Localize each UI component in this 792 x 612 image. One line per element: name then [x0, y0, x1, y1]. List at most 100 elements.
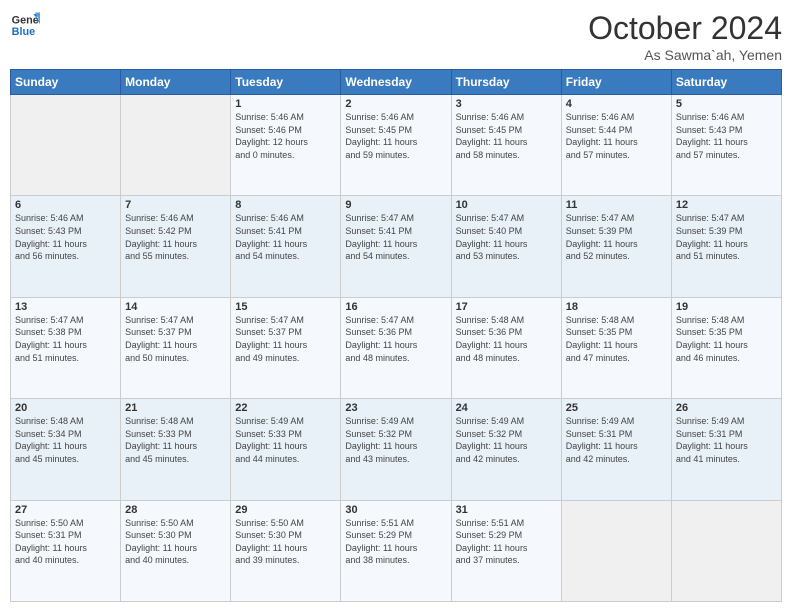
table-row: 23Sunrise: 5:49 AM Sunset: 5:32 PM Dayli… — [341, 399, 451, 500]
col-thursday: Thursday — [451, 70, 561, 95]
day-number: 23 — [345, 402, 446, 414]
day-number: 17 — [456, 301, 557, 313]
day-info: Sunrise: 5:48 AM Sunset: 5:35 PM Dayligh… — [676, 314, 777, 364]
table-row: 3Sunrise: 5:46 AM Sunset: 5:45 PM Daylig… — [451, 95, 561, 196]
day-number: 18 — [566, 301, 667, 313]
day-info: Sunrise: 5:49 AM Sunset: 5:31 PM Dayligh… — [566, 415, 667, 465]
day-number: 5 — [676, 98, 777, 110]
calendar-header-row: Sunday Monday Tuesday Wednesday Thursday… — [11, 70, 782, 95]
table-row: 10Sunrise: 5:47 AM Sunset: 5:40 PM Dayli… — [451, 196, 561, 297]
week-row-4: 20Sunrise: 5:48 AM Sunset: 5:34 PM Dayli… — [11, 399, 782, 500]
day-info: Sunrise: 5:47 AM Sunset: 5:38 PM Dayligh… — [15, 314, 116, 364]
table-row — [121, 95, 231, 196]
day-number: 29 — [235, 504, 336, 516]
day-number: 7 — [125, 199, 226, 211]
day-number: 14 — [125, 301, 226, 313]
table-row: 16Sunrise: 5:47 AM Sunset: 5:36 PM Dayli… — [341, 297, 451, 398]
day-info: Sunrise: 5:50 AM Sunset: 5:30 PM Dayligh… — [125, 517, 226, 567]
table-row: 26Sunrise: 5:49 AM Sunset: 5:31 PM Dayli… — [671, 399, 781, 500]
day-number: 1 — [235, 98, 336, 110]
table-row — [11, 95, 121, 196]
day-info: Sunrise: 5:48 AM Sunset: 5:34 PM Dayligh… — [15, 415, 116, 465]
table-row: 20Sunrise: 5:48 AM Sunset: 5:34 PM Dayli… — [11, 399, 121, 500]
day-number: 2 — [345, 98, 446, 110]
day-info: Sunrise: 5:46 AM Sunset: 5:45 PM Dayligh… — [345, 111, 446, 161]
day-info: Sunrise: 5:47 AM Sunset: 5:37 PM Dayligh… — [235, 314, 336, 364]
day-number: 24 — [456, 402, 557, 414]
table-row: 15Sunrise: 5:47 AM Sunset: 5:37 PM Dayli… — [231, 297, 341, 398]
logo-icon: General Blue — [10, 10, 40, 40]
day-info: Sunrise: 5:46 AM Sunset: 5:41 PM Dayligh… — [235, 212, 336, 262]
month-title: October 2024 — [588, 10, 782, 47]
table-row: 21Sunrise: 5:48 AM Sunset: 5:33 PM Dayli… — [121, 399, 231, 500]
table-row: 4Sunrise: 5:46 AM Sunset: 5:44 PM Daylig… — [561, 95, 671, 196]
day-number: 20 — [15, 402, 116, 414]
table-row: 28Sunrise: 5:50 AM Sunset: 5:30 PM Dayli… — [121, 500, 231, 601]
day-number: 6 — [15, 199, 116, 211]
week-row-3: 13Sunrise: 5:47 AM Sunset: 5:38 PM Dayli… — [11, 297, 782, 398]
day-number: 16 — [345, 301, 446, 313]
day-number: 21 — [125, 402, 226, 414]
logo: General Blue — [10, 10, 40, 40]
day-number: 3 — [456, 98, 557, 110]
day-info: Sunrise: 5:46 AM Sunset: 5:42 PM Dayligh… — [125, 212, 226, 262]
table-row: 25Sunrise: 5:49 AM Sunset: 5:31 PM Dayli… — [561, 399, 671, 500]
day-info: Sunrise: 5:48 AM Sunset: 5:35 PM Dayligh… — [566, 314, 667, 364]
col-sunday: Sunday — [11, 70, 121, 95]
table-row: 19Sunrise: 5:48 AM Sunset: 5:35 PM Dayli… — [671, 297, 781, 398]
day-info: Sunrise: 5:49 AM Sunset: 5:32 PM Dayligh… — [456, 415, 557, 465]
day-info: Sunrise: 5:48 AM Sunset: 5:33 PM Dayligh… — [125, 415, 226, 465]
day-info: Sunrise: 5:47 AM Sunset: 5:41 PM Dayligh… — [345, 212, 446, 262]
col-monday: Monday — [121, 70, 231, 95]
week-row-2: 6Sunrise: 5:46 AM Sunset: 5:43 PM Daylig… — [11, 196, 782, 297]
table-row — [671, 500, 781, 601]
table-row: 24Sunrise: 5:49 AM Sunset: 5:32 PM Dayli… — [451, 399, 561, 500]
day-number: 9 — [345, 199, 446, 211]
table-row: 12Sunrise: 5:47 AM Sunset: 5:39 PM Dayli… — [671, 196, 781, 297]
day-number: 10 — [456, 199, 557, 211]
day-number: 15 — [235, 301, 336, 313]
table-row: 8Sunrise: 5:46 AM Sunset: 5:41 PM Daylig… — [231, 196, 341, 297]
day-info: Sunrise: 5:46 AM Sunset: 5:43 PM Dayligh… — [676, 111, 777, 161]
day-info: Sunrise: 5:47 AM Sunset: 5:39 PM Dayligh… — [676, 212, 777, 262]
day-info: Sunrise: 5:49 AM Sunset: 5:31 PM Dayligh… — [676, 415, 777, 465]
col-wednesday: Wednesday — [341, 70, 451, 95]
table-row: 27Sunrise: 5:50 AM Sunset: 5:31 PM Dayli… — [11, 500, 121, 601]
svg-text:Blue: Blue — [12, 26, 35, 38]
day-number: 25 — [566, 402, 667, 414]
col-saturday: Saturday — [671, 70, 781, 95]
table-row: 30Sunrise: 5:51 AM Sunset: 5:29 PM Dayli… — [341, 500, 451, 601]
day-number: 4 — [566, 98, 667, 110]
day-info: Sunrise: 5:50 AM Sunset: 5:30 PM Dayligh… — [235, 517, 336, 567]
table-row — [561, 500, 671, 601]
table-row: 22Sunrise: 5:49 AM Sunset: 5:33 PM Dayli… — [231, 399, 341, 500]
week-row-1: 1Sunrise: 5:46 AM Sunset: 5:46 PM Daylig… — [11, 95, 782, 196]
day-info: Sunrise: 5:47 AM Sunset: 5:36 PM Dayligh… — [345, 314, 446, 364]
table-row: 18Sunrise: 5:48 AM Sunset: 5:35 PM Dayli… — [561, 297, 671, 398]
day-number: 22 — [235, 402, 336, 414]
day-info: Sunrise: 5:46 AM Sunset: 5:46 PM Dayligh… — [235, 111, 336, 161]
day-info: Sunrise: 5:47 AM Sunset: 5:37 PM Dayligh… — [125, 314, 226, 364]
table-row: 7Sunrise: 5:46 AM Sunset: 5:42 PM Daylig… — [121, 196, 231, 297]
table-row: 5Sunrise: 5:46 AM Sunset: 5:43 PM Daylig… — [671, 95, 781, 196]
day-number: 13 — [15, 301, 116, 313]
day-info: Sunrise: 5:46 AM Sunset: 5:45 PM Dayligh… — [456, 111, 557, 161]
title-block: October 2024 As Sawma`ah, Yemen — [588, 10, 782, 63]
table-row: 6Sunrise: 5:46 AM Sunset: 5:43 PM Daylig… — [11, 196, 121, 297]
day-number: 28 — [125, 504, 226, 516]
table-row: 13Sunrise: 5:47 AM Sunset: 5:38 PM Dayli… — [11, 297, 121, 398]
day-number: 12 — [676, 199, 777, 211]
day-info: Sunrise: 5:49 AM Sunset: 5:33 PM Dayligh… — [235, 415, 336, 465]
day-number: 19 — [676, 301, 777, 313]
day-info: Sunrise: 5:47 AM Sunset: 5:40 PM Dayligh… — [456, 212, 557, 262]
day-number: 31 — [456, 504, 557, 516]
week-row-5: 27Sunrise: 5:50 AM Sunset: 5:31 PM Dayli… — [11, 500, 782, 601]
day-info: Sunrise: 5:49 AM Sunset: 5:32 PM Dayligh… — [345, 415, 446, 465]
day-number: 8 — [235, 199, 336, 211]
day-info: Sunrise: 5:51 AM Sunset: 5:29 PM Dayligh… — [456, 517, 557, 567]
table-row: 2Sunrise: 5:46 AM Sunset: 5:45 PM Daylig… — [341, 95, 451, 196]
col-friday: Friday — [561, 70, 671, 95]
day-number: 30 — [345, 504, 446, 516]
table-row: 14Sunrise: 5:47 AM Sunset: 5:37 PM Dayli… — [121, 297, 231, 398]
day-info: Sunrise: 5:46 AM Sunset: 5:44 PM Dayligh… — [566, 111, 667, 161]
